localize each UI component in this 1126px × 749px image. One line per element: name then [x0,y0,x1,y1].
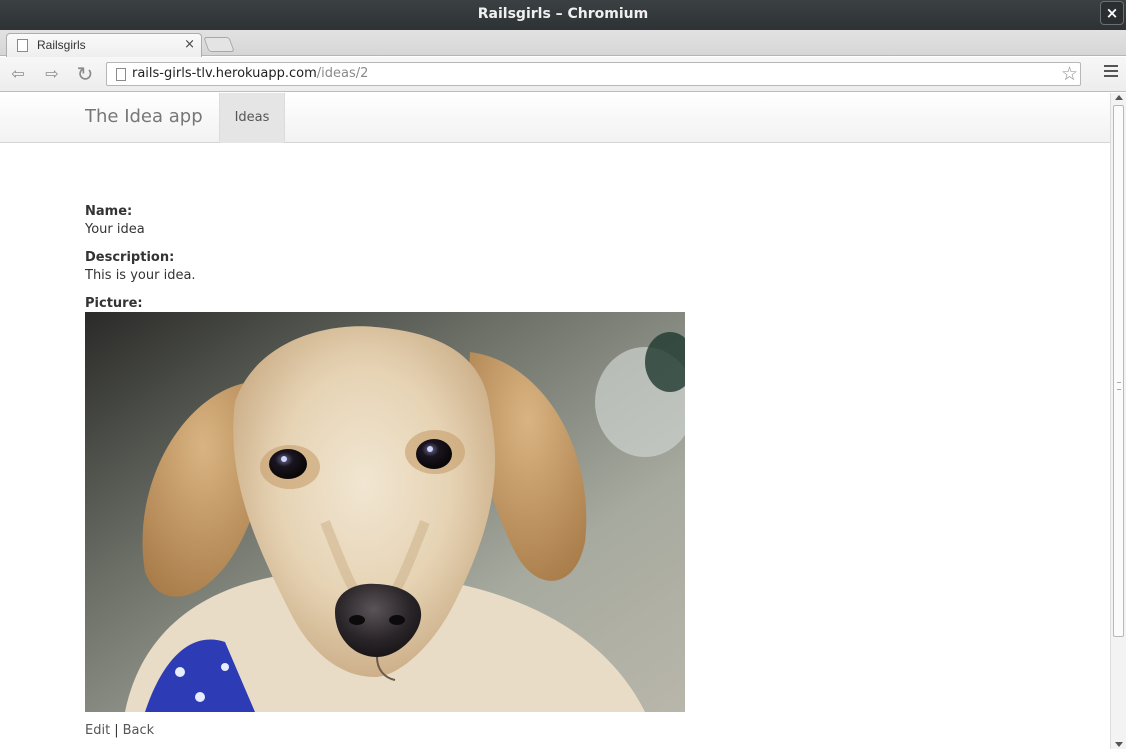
browser-tab[interactable]: Railsgirls × [6,33,202,57]
back-link[interactable]: Back [123,723,155,738]
idea-picture [85,312,685,712]
description-value: This is your idea. [85,268,196,283]
reload-icon[interactable]: ↻ [73,63,97,85]
scrollbar-grip-icon [1117,382,1121,390]
name-label: Name: [85,204,133,219]
action-separator: | [114,723,119,738]
back-icon[interactable]: ⇦ [6,63,30,85]
scroll-down-arrow-icon[interactable] [1115,742,1123,747]
tab-label: Railsgirls [37,38,86,52]
edit-link[interactable]: Edit [85,723,110,738]
picture-label: Picture: [85,296,143,311]
url-host: rails-girls-tlv.herokuapp.com [132,66,317,81]
scrollbar-thumb[interactable] [1113,105,1124,637]
vertical-scrollbar[interactable] [1110,93,1126,749]
tab-strip: Railsgirls × [0,30,1126,57]
page-viewport: The Idea app Ideas Name: Your idea Descr… [0,93,1110,749]
window-close-button[interactable]: × [1100,1,1124,25]
url-text: rails-girls-tlv.herokuapp.com/ideas/2 [132,66,368,81]
description-field: Description: This is your idea. [85,249,196,285]
window-titlebar: Railsgirls – Chromium × [0,0,1126,30]
url-path: /ideas/2 [316,66,369,81]
description-label: Description: [85,250,175,265]
app-navbar: The Idea app Ideas [0,93,1110,143]
address-bar[interactable]: rails-girls-tlv.herokuapp.com/ideas/2 ☆ [106,62,1081,86]
nav-ideas-link[interactable]: Ideas [219,93,285,143]
idea-actions: Edit | Back [85,723,154,738]
bookmark-star-icon[interactable]: ☆ [1061,63,1078,85]
idea-details: Name: Your idea Description: This is you… [85,203,196,313]
menu-icon[interactable] [1104,65,1118,81]
new-tab-button[interactable] [203,37,235,52]
window-title: Railsgirls – Chromium [477,6,649,22]
forward-icon[interactable]: ⇨ [40,63,64,85]
brand-link[interactable]: The Idea app [85,106,203,127]
name-field: Name: Your idea [85,203,196,239]
page-icon [17,39,28,52]
page-icon [116,68,126,81]
name-value: Your idea [85,222,145,237]
browser-toolbar: ⇦ ⇨ ↻ rails-girls-tlv.herokuapp.com/idea… [0,57,1126,92]
tab-close-button[interactable]: × [184,37,195,52]
scroll-up-arrow-icon[interactable] [1115,95,1123,100]
